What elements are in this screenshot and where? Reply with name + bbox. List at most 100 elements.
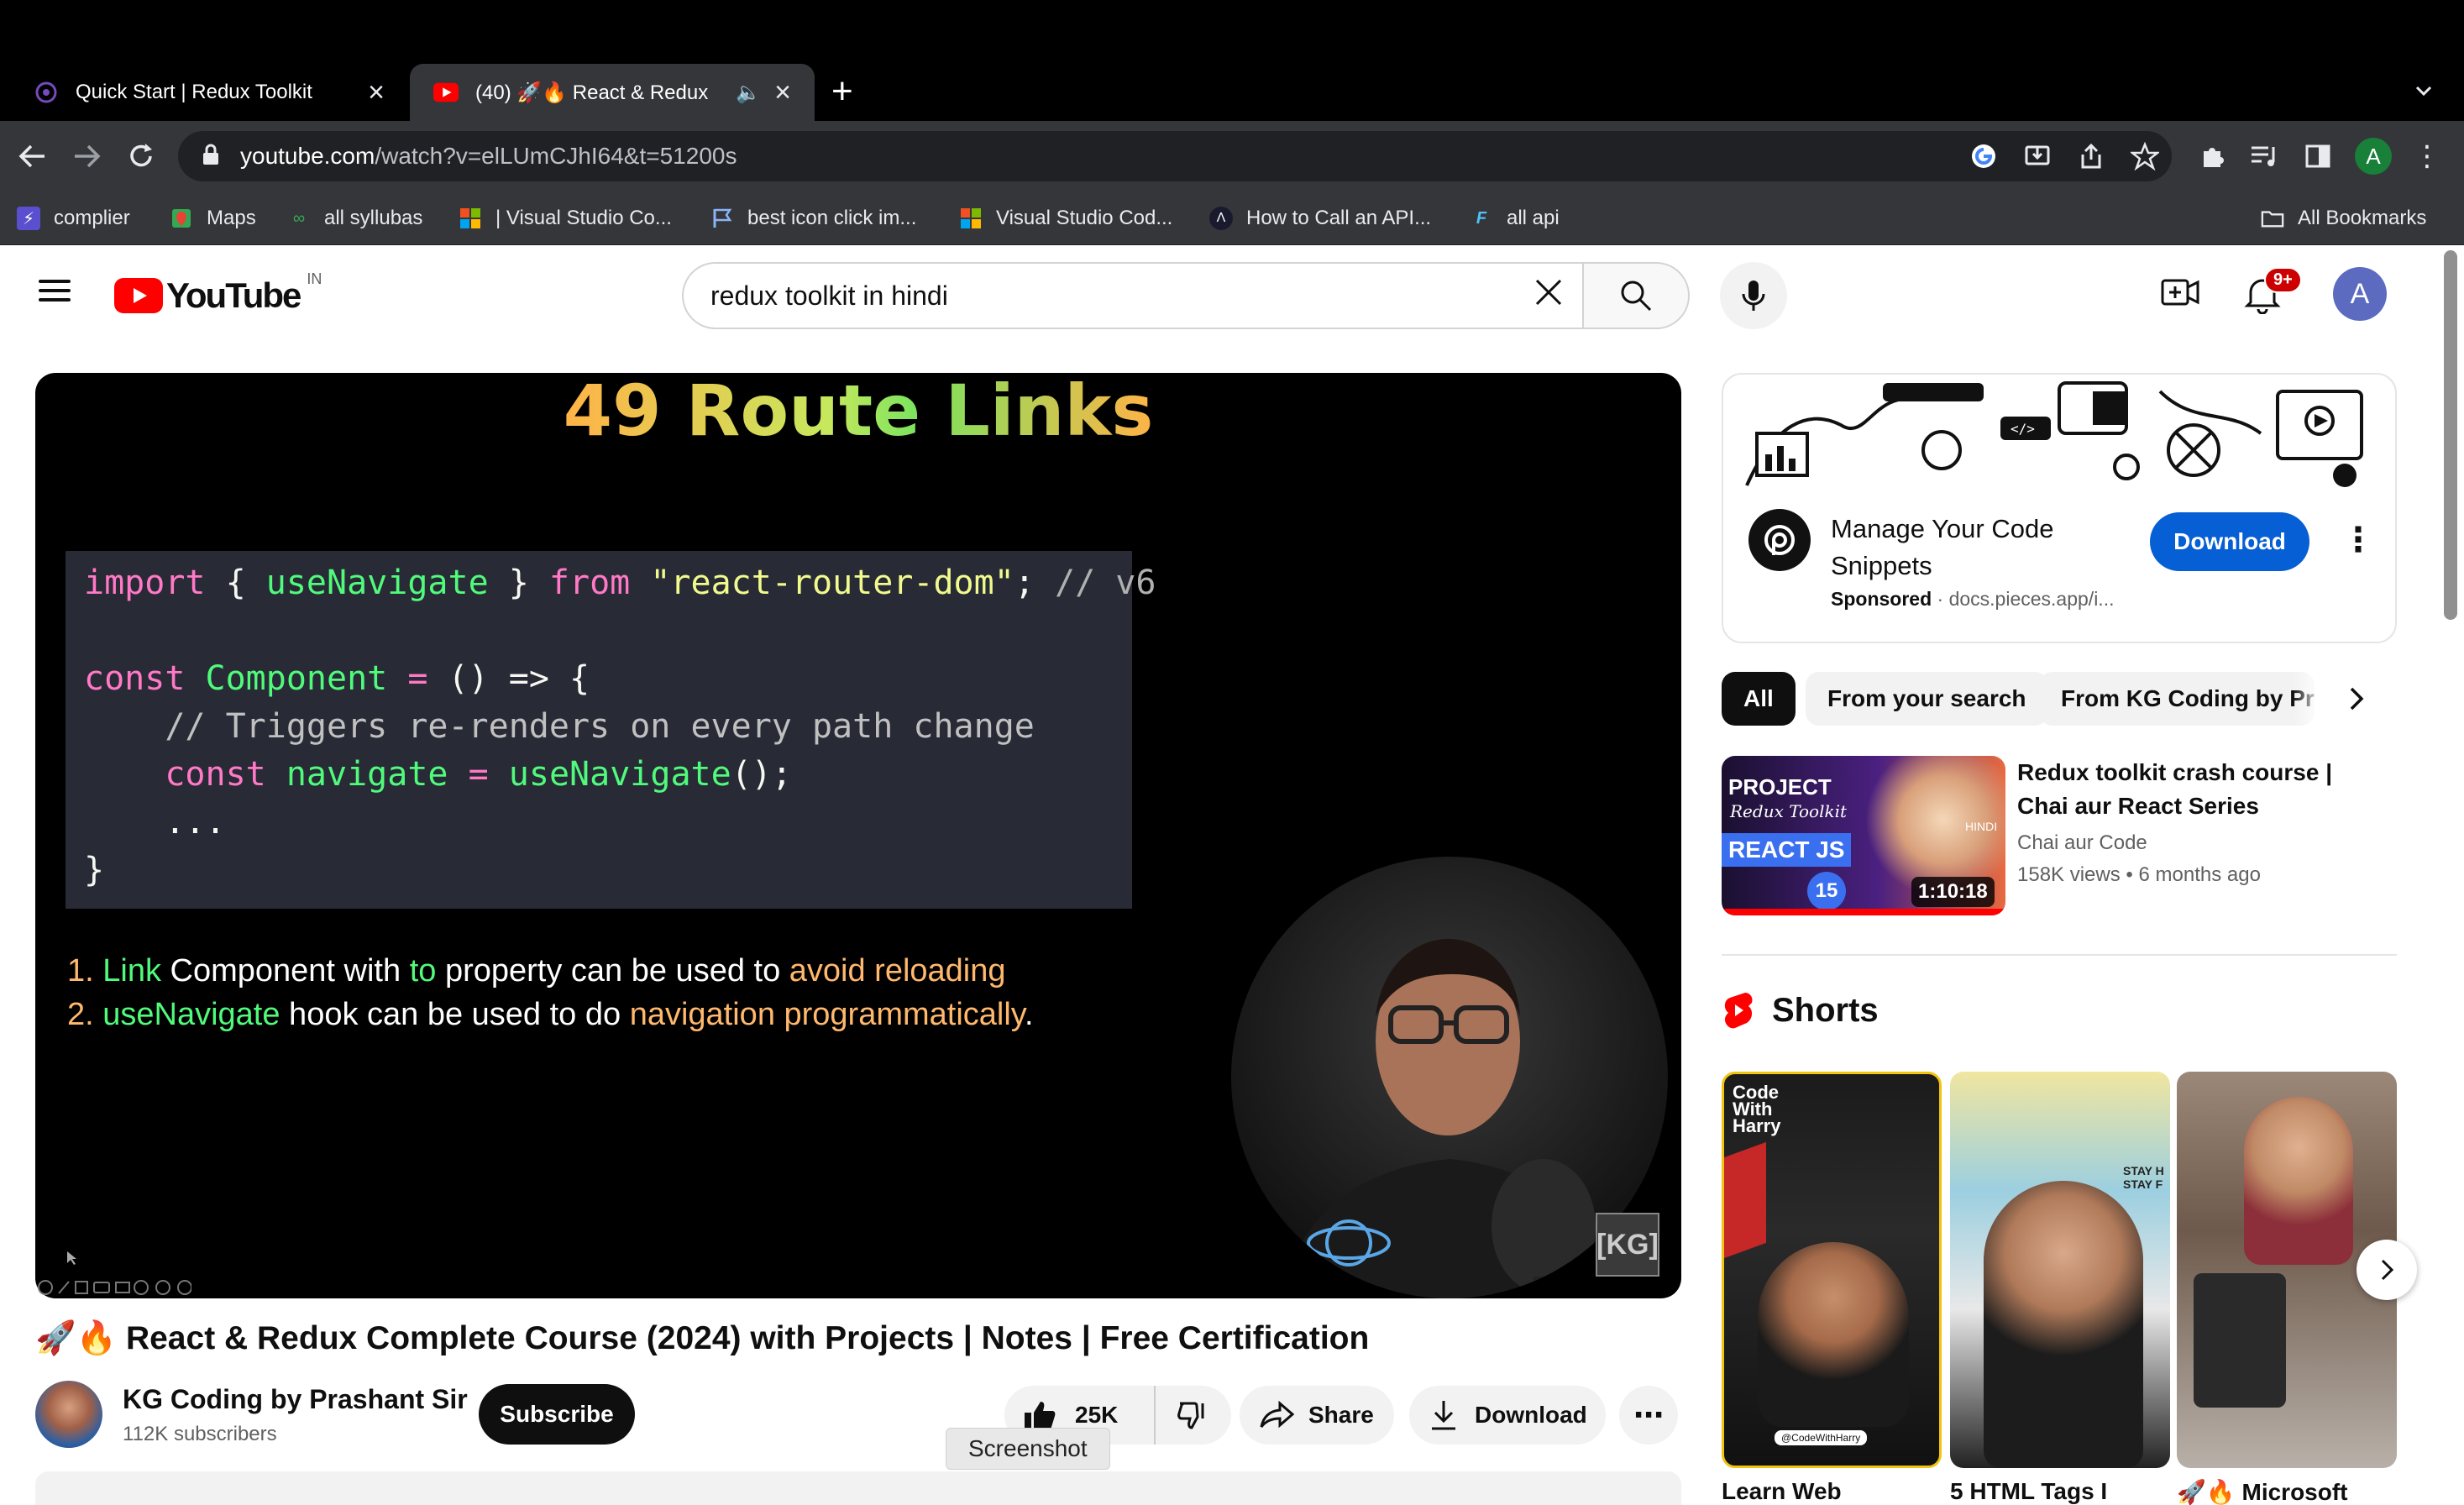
- note-text: hook can be used to do: [280, 997, 630, 1032]
- chevron-right-icon: [2381, 1259, 2394, 1281]
- code-token: ();: [731, 755, 792, 794]
- short-1-caption[interactable]: Learn Web: [1722, 1478, 1942, 1505]
- bookmark-all-api[interactable]: F all api: [1470, 202, 1560, 235]
- short-2-caption[interactable]: 5 HTML Tags I: [1950, 1478, 2170, 1505]
- voice-search-button[interactable]: [1720, 262, 1787, 329]
- code-token: =: [407, 659, 428, 698]
- notifications-badge: 9+: [2264, 267, 2302, 293]
- short-3-caption[interactable]: 🚀🔥 Microsoft: [2177, 1478, 2397, 1505]
- back-arrow-icon[interactable]: [12, 136, 52, 176]
- youtube-logo[interactable]: YouTube IN: [114, 270, 322, 316]
- download-button[interactable]: Download: [1409, 1386, 1606, 1445]
- bookmark-label: | Visual Studio Co...: [495, 207, 672, 229]
- subscribe-button[interactable]: Subscribe: [479, 1384, 635, 1445]
- dislike-button[interactable]: [1156, 1386, 1231, 1445]
- api-f-icon: F: [1476, 208, 1487, 228]
- note-text: Component with: [160, 953, 410, 988]
- shorts-header: Shorts: [1722, 991, 1879, 1030]
- bookmark-complier[interactable]: ⚡ complier: [17, 202, 130, 235]
- account-avatar[interactable]: A: [2333, 267, 2387, 321]
- close-tab-icon[interactable]: ×: [368, 76, 385, 109]
- bookmark-best-icon[interactable]: best icon click im...: [710, 202, 916, 235]
- search-input[interactable]: redux toolkit in hindi: [682, 262, 1582, 329]
- bookmark-label: all syllubas: [324, 207, 423, 229]
- code-token: }: [488, 564, 549, 602]
- ad-title: Manage Your Code Snippets: [1831, 514, 2054, 580]
- code-token: import: [84, 564, 206, 602]
- region-code: IN: [307, 270, 322, 287]
- note-text: to: [409, 953, 437, 988]
- chip-all[interactable]: All: [1722, 672, 1796, 726]
- new-tab-button[interactable]: +: [831, 71, 853, 113]
- chrome-menu-icon[interactable]: ⋮: [2410, 139, 2444, 173]
- ad-download-button[interactable]: Download: [2150, 512, 2309, 571]
- code-token: useNavigate: [508, 755, 731, 794]
- address-bar[interactable]: youtube.com/watch?v=elLUmCJhI64&t=51200s: [178, 131, 2172, 181]
- share-page-icon[interactable]: [2074, 139, 2108, 173]
- chip-from-your-search[interactable]: From your search: [1806, 672, 2048, 726]
- bookmark-label: Visual Studio Cod...: [996, 207, 1173, 229]
- bookmark-label: Maps: [207, 207, 256, 229]
- create-video-icon[interactable]: [2160, 275, 2200, 313]
- install-app-icon[interactable]: [2021, 139, 2054, 173]
- chips-next-arrow-icon[interactable]: [2336, 679, 2377, 719]
- bookmark-maps[interactable]: Maps: [170, 202, 256, 235]
- slide-title-text: 49 Route Links: [563, 370, 1154, 452]
- ad-illustration-icon: </>: [1745, 375, 2375, 487]
- chip-from-channel[interactable]: From KG Coding by Pra: [2039, 672, 2315, 726]
- ad-more-icon[interactable]: ⋮: [2341, 521, 2375, 559]
- thumb-project-text: PROJECT: [1728, 774, 1832, 800]
- bookmark-visual-studio-2[interactable]: Visual Studio Cod...: [959, 202, 1172, 235]
- bookmark-label: How to Call an API...: [1246, 207, 1432, 229]
- short-1-thumbnail[interactable]: Code With Harry @CodeWithHarry: [1722, 1072, 1942, 1468]
- lock-icon[interactable]: [202, 144, 220, 170]
- side-panel-icon[interactable]: [2301, 139, 2335, 173]
- more-actions-button[interactable]: ⋯: [1619, 1386, 1678, 1445]
- channel-name[interactable]: KG Coding by Prashant Sir: [123, 1384, 468, 1415]
- cursor-icon: [67, 1251, 77, 1269]
- drawing-tools-icon[interactable]: [37, 1278, 191, 1297]
- bookmark-call-api[interactable]: Λ How to Call an API...: [1209, 202, 1431, 235]
- scrollbar-thumb[interactable]: [2444, 250, 2457, 620]
- all-bookmarks-folder[interactable]: All Bookmarks: [2261, 202, 2426, 235]
- short-2-thumbnail[interactable]: STAY H STAY F: [1950, 1072, 2170, 1468]
- forward-arrow-icon[interactable]: [67, 136, 107, 176]
- download-icon: [1432, 1401, 1455, 1430]
- code-line: const navigate = useNavigate();: [84, 751, 1132, 799]
- recommended-video-thumbnail[interactable]: PROJECT Redux Toolkit REACT JS 15 HINDI …: [1722, 756, 2005, 915]
- bookmark-visual-studio-1[interactable]: | Visual Studio Co...: [459, 202, 672, 235]
- google-lens-icon[interactable]: [1967, 139, 2000, 173]
- channel-avatar[interactable]: [35, 1381, 102, 1448]
- share-button[interactable]: Share: [1240, 1386, 1394, 1445]
- recommended-video-title[interactable]: Redux toolkit crash course | Chai aur Re…: [2017, 756, 2370, 823]
- speaker-icon[interactable]: 🔈: [736, 81, 761, 105]
- profile-avatar[interactable]: A: [2355, 138, 2392, 175]
- code-token: }: [84, 851, 105, 889]
- maps-pin-icon: [170, 207, 193, 230]
- bookmark-star-icon[interactable]: [2128, 139, 2162, 173]
- link-icon: ∞: [292, 208, 306, 228]
- redux-favicon-icon: [34, 80, 59, 105]
- tab-redux-toolkit[interactable]: Quick Start | Redux Toolkit ×: [10, 64, 408, 121]
- kg-watermark: [KG]: [1596, 1213, 1659, 1277]
- description-box[interactable]: [35, 1471, 1681, 1505]
- sponsored-ad-card[interactable]: </> Manage Your Code Snippets Sponsored …: [1722, 373, 2397, 643]
- tab-search-icon[interactable]: [2410, 77, 2437, 104]
- extensions-icon[interactable]: [2195, 139, 2229, 173]
- watch-progress-bar: [1722, 909, 2005, 915]
- thumb-react-text: REACT JS: [1722, 833, 1852, 867]
- bookmark-all-syllubas[interactable]: ∞ all syllubas: [287, 202, 423, 235]
- guide-menu-icon[interactable]: [39, 274, 71, 307]
- recommended-channel[interactable]: Chai aur Code: [2017, 831, 2147, 855]
- tab-youtube[interactable]: (40) 🚀🔥 React & Redux 🔈 ×: [410, 64, 815, 121]
- close-tab-icon[interactable]: ×: [774, 76, 791, 109]
- code-token: from: [548, 564, 631, 602]
- code-token: // v6: [1054, 564, 1156, 602]
- shorts-next-button[interactable]: [2357, 1240, 2417, 1300]
- media-control-icon[interactable]: [2247, 139, 2281, 173]
- youtube-wordmark: YouTube: [166, 275, 301, 315]
- search-button[interactable]: [1582, 262, 1690, 329]
- clear-search-icon[interactable]: [1532, 275, 1565, 316]
- reload-icon[interactable]: [121, 136, 161, 176]
